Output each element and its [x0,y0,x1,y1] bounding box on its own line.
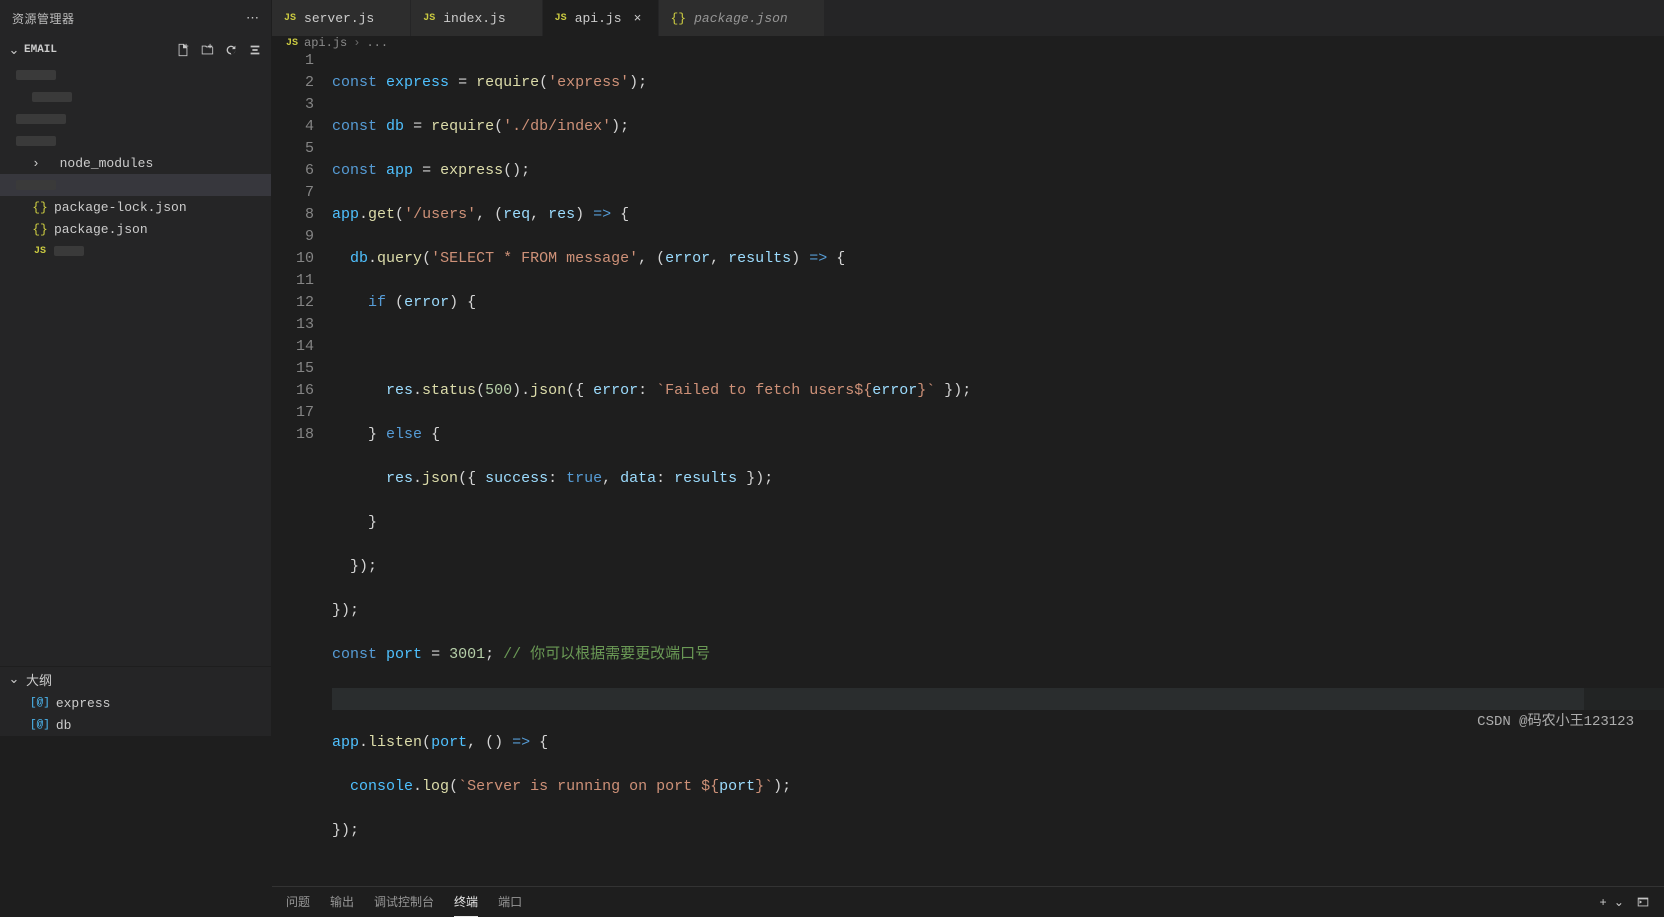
tab-index-js[interactable]: JSindex.js× [411,0,542,36]
tree-item-package-json[interactable]: {}package.json [0,218,271,240]
json-icon: {} [671,11,687,26]
watermark: CSDN @码农小王123123 [1477,710,1634,730]
tab-server-js[interactable]: JSserver.js× [272,0,411,36]
outline-item-db[interactable]: [@]db [30,714,271,736]
new-terminal-icon[interactable]: + ⌄ [1600,895,1624,910]
more-icon[interactable]: ⋯ [246,11,259,26]
sidebar: 资源管理器 ⋯ ⌄ EMAIL › node_modules {}package… [0,0,272,736]
panel-tab-debug[interactable]: 调试控制台 [374,887,434,917]
outline-header[interactable]: ⌄ 大纲 [0,666,271,692]
tree-item[interactable] [0,108,271,130]
main: JSserver.js× JSindex.js× JSapi.js× {}pac… [272,0,1664,736]
outline-item-express[interactable]: [@]express [30,692,271,714]
code-editor[interactable]: 123456789101112131415161718 const expres… [272,50,1664,886]
js-icon: JS [32,243,48,259]
panel-tab-terminal[interactable]: 终端 [454,887,478,917]
section-actions [175,42,263,58]
breadcrumb[interactable]: JS api.js › ... [272,36,1664,50]
chevron-down-icon: ⌄ [6,672,22,687]
panel-tabs: 问题 输出 调试控制台 终端 端口 [286,887,522,917]
tab-api-js[interactable]: JSapi.js× [543,0,659,36]
collapse-icon[interactable] [247,42,263,58]
tree-item[interactable] [0,86,271,108]
panel-tab-ports[interactable]: 端口 [498,887,522,917]
code-content[interactable]: const express = require('express'); cons… [332,50,1664,886]
folder-section-header[interactable]: ⌄ EMAIL [0,36,271,64]
launch-icon[interactable] [1636,895,1650,910]
minimap[interactable] [1584,50,1664,886]
tab-bar: JSserver.js× JSindex.js× JSapi.js× {}pac… [272,0,1664,36]
panel-tab-problems[interactable]: 问题 [286,887,310,917]
line-gutter: 123456789101112131415161718 [272,50,332,886]
variable-icon: [@] [30,719,50,731]
file-tree: › node_modules {}package-lock.json {}pac… [0,64,271,666]
tree-item[interactable] [0,64,271,86]
terminal-panel: 问题 输出 调试控制台 终端 端口 + ⌄ [272,886,1664,917]
new-file-icon[interactable] [175,42,191,58]
sidebar-header: 资源管理器 ⋯ [0,0,271,36]
section-label: EMAIL [24,44,57,56]
tree-item-js[interactable]: JS [0,240,271,262]
js-icon: JS [286,38,298,49]
js-icon: JS [284,13,296,24]
tab-package-json[interactable]: {}package.json× [659,0,825,36]
json-icon: {} [32,221,48,237]
chevron-right-icon: › [32,156,40,171]
refresh-icon[interactable] [223,42,239,58]
chevron-right-icon: › [353,36,360,50]
variable-icon: [@] [30,697,50,709]
js-icon: JS [555,13,567,24]
tree-item[interactable] [0,130,271,152]
outline-section: ⌄ 大纲 [@]express [@]db [0,666,271,736]
chevron-down-icon: ⌄ [6,43,22,58]
json-icon: {} [32,199,48,215]
tree-item-node-modules[interactable]: › node_modules [0,152,271,174]
tree-item-package-lock[interactable]: {}package-lock.json [0,196,271,218]
explorer-title: 资源管理器 [12,10,75,27]
new-folder-icon[interactable] [199,42,215,58]
panel-tab-output[interactable]: 输出 [330,887,354,917]
tree-item[interactable] [0,174,271,196]
close-icon[interactable]: × [630,11,646,26]
js-icon: JS [423,13,435,24]
